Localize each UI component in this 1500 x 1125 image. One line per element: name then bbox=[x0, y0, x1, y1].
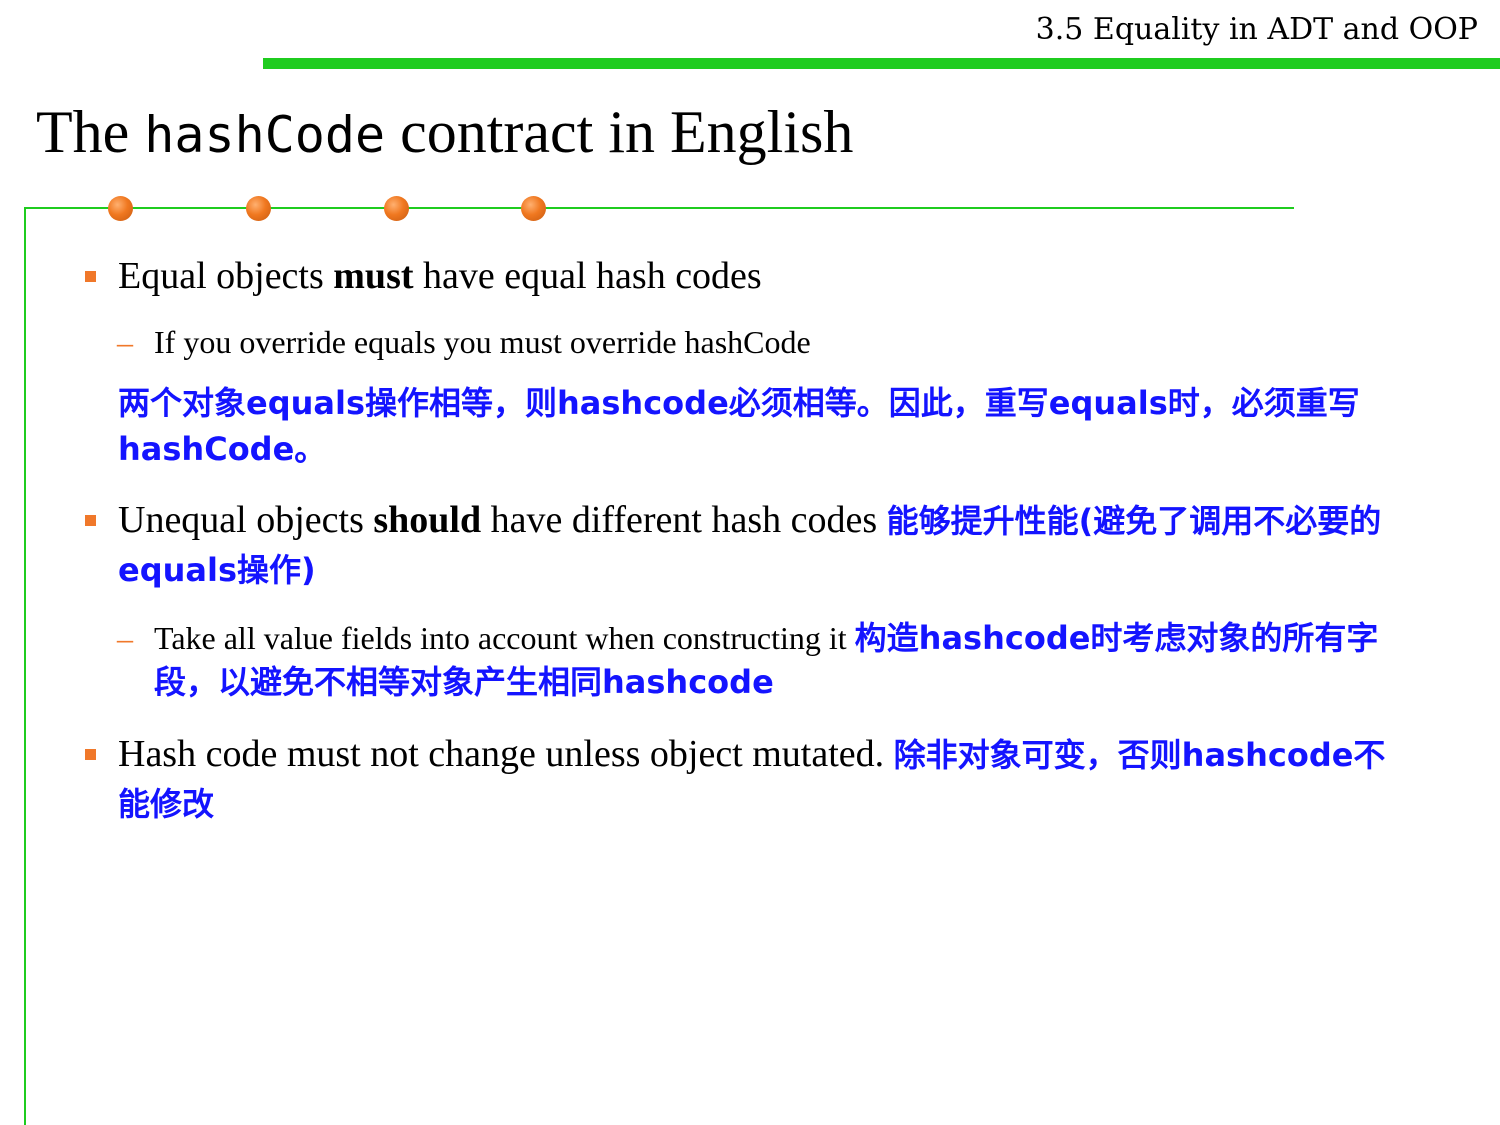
bullet-equal-objects: Equal objects must have equal hash codes bbox=[80, 252, 1410, 300]
bullet-text: Equal objects bbox=[118, 255, 334, 297]
note-equal-objects: 两个对象equals操作相等，则hashcode必须相等。因此，重写equals… bbox=[118, 384, 1360, 468]
decor-dot-4 bbox=[521, 196, 546, 221]
title-prefix: The bbox=[36, 99, 145, 165]
bullet-bold: should bbox=[373, 499, 482, 541]
slide-content: Equal objects must have equal hash codes… bbox=[80, 248, 1410, 828]
sub-text: Take all value fields into account when … bbox=[154, 620, 855, 656]
header-bar bbox=[263, 58, 1500, 69]
dash-marker: – bbox=[117, 620, 133, 656]
sub-bullet-value-fields: – Take all value fields into account when… bbox=[80, 616, 1410, 704]
slide-title: The hashCode contract in English bbox=[36, 98, 853, 167]
bullet-text: have equal hash codes bbox=[413, 255, 762, 297]
sub-bullet-override: – If you override equals you must overrid… bbox=[80, 320, 1410, 364]
bullet-text: Hash code must not change unless object … bbox=[118, 733, 894, 775]
dash-marker: – bbox=[117, 324, 133, 360]
frame-left-line bbox=[24, 207, 26, 1125]
title-suffix: contract in English bbox=[385, 99, 854, 165]
bullet-unequal-objects: Unequal objects should have different ha… bbox=[80, 496, 1410, 594]
bullet-mutation: Hash code must not change unless object … bbox=[80, 730, 1410, 828]
section-title: 3.5 Equality in ADT and OOP bbox=[1035, 12, 1478, 47]
decor-dot-2 bbox=[246, 196, 271, 221]
bullet-text: have different hash codes bbox=[481, 499, 887, 541]
sub-text: If you override equals you must override… bbox=[154, 324, 811, 360]
frame-top-line bbox=[24, 207, 1294, 209]
bullet-text: Unequal objects bbox=[118, 499, 374, 541]
decor-dot-1 bbox=[108, 196, 133, 221]
decor-dot-3 bbox=[384, 196, 409, 221]
title-code: hashCode bbox=[144, 106, 386, 164]
bullet-bold: must bbox=[333, 255, 414, 297]
